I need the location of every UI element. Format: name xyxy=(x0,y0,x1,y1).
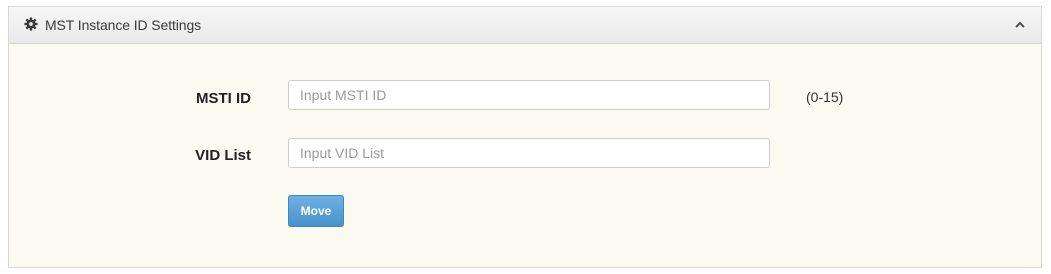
vid-list-label: VID List xyxy=(195,147,251,164)
gear-icon xyxy=(24,17,38,31)
mst-instance-settings-panel: MST Instance ID Settings MSTI ID (0-15) … xyxy=(8,6,1042,268)
chevron-up-icon[interactable] xyxy=(1013,18,1027,32)
panel-header: MST Instance ID Settings xyxy=(9,7,1041,44)
msti-id-label: MSTI ID xyxy=(196,90,251,107)
msti-id-range: (0-15) xyxy=(806,89,844,105)
move-button[interactable]: Move xyxy=(288,195,344,227)
msti-id-input[interactable] xyxy=(288,80,770,110)
panel-title: MST Instance ID Settings xyxy=(45,17,202,33)
vid-list-input[interactable] xyxy=(288,138,770,168)
